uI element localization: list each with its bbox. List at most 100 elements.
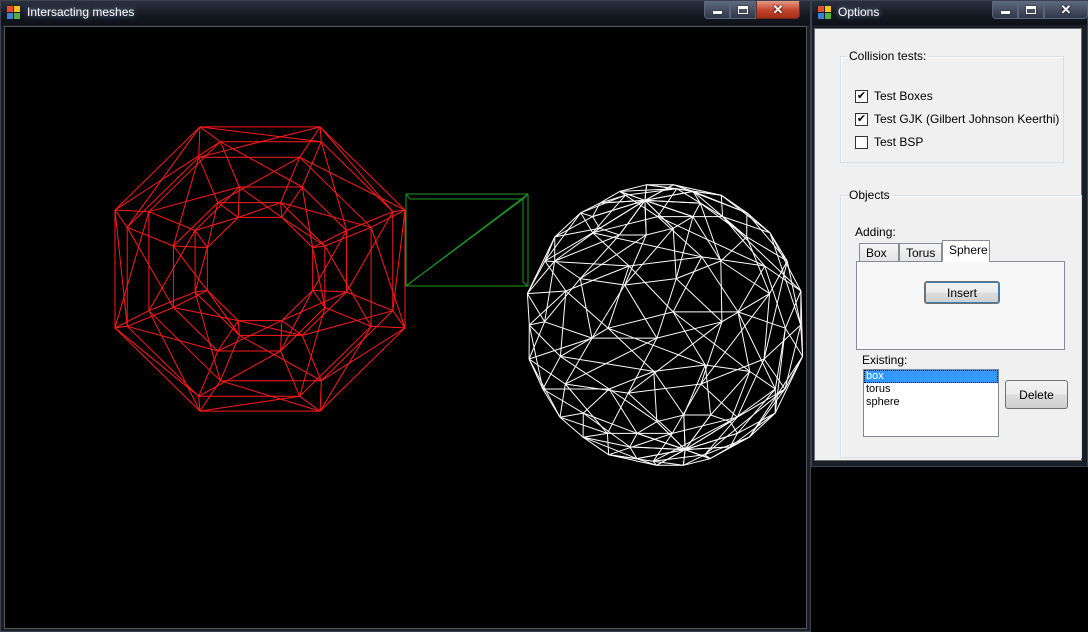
mesh-edge xyxy=(522,281,529,287)
mesh-edge xyxy=(784,290,802,329)
collision-tests-legend: Collision tests: xyxy=(847,49,929,63)
delete-button[interactable]: Delete xyxy=(1005,380,1068,409)
mesh-edge xyxy=(580,278,625,286)
objects-legend: Objects xyxy=(847,188,892,202)
mesh-edge xyxy=(684,414,712,450)
checkbox-box[interactable] xyxy=(855,135,868,149)
mesh-edge xyxy=(281,216,326,247)
mesh-edge xyxy=(629,256,702,267)
test-boxes-label: Test Boxes xyxy=(874,89,933,103)
mesh-edge xyxy=(606,392,629,434)
options-close-button[interactable]: ✕ xyxy=(1044,1,1088,19)
mesh-edge xyxy=(281,291,347,322)
mesh-edge xyxy=(607,311,674,329)
mesh-edge xyxy=(656,278,677,339)
main-titlebar[interactable]: Intersacting meshes ✕ xyxy=(1,1,810,25)
mesh-edge xyxy=(217,202,239,218)
existing-objects-list[interactable]: box torus sphere xyxy=(863,369,999,437)
checkbox-box[interactable]: ✔ xyxy=(855,89,868,103)
options-titlebar[interactable]: Options ✕ xyxy=(812,1,1088,25)
mesh-edge xyxy=(559,416,584,438)
mesh-edge xyxy=(528,324,561,357)
test-gjk-label: Test GJK (Gilbert Johnson Keerthi) xyxy=(874,112,1060,126)
mesh-edge xyxy=(692,202,701,217)
torus-mesh xyxy=(114,126,406,412)
mesh-edge xyxy=(746,236,771,294)
maximize-icon xyxy=(1026,5,1036,14)
mesh-edge xyxy=(280,320,283,352)
list-item[interactable]: sphere xyxy=(864,396,998,409)
mesh-edge xyxy=(126,325,200,397)
main-window: Intersacting meshes ✕ xyxy=(0,0,811,632)
mesh-edge xyxy=(684,421,731,451)
mesh-edge xyxy=(657,216,703,258)
mesh-edge xyxy=(127,325,218,352)
mesh-edge xyxy=(671,383,702,434)
mesh-edge xyxy=(653,371,658,422)
mesh-edge xyxy=(737,311,776,390)
options-app-icon xyxy=(818,6,832,20)
mesh-edge xyxy=(710,414,731,423)
mesh-edge xyxy=(720,260,723,322)
mesh-edge xyxy=(199,126,322,143)
list-item[interactable]: torus xyxy=(864,383,998,396)
minimize-button[interactable] xyxy=(704,1,730,19)
mesh-edge xyxy=(114,210,128,327)
maximize-button[interactable] xyxy=(730,1,756,19)
mesh-edge xyxy=(720,195,724,217)
tab-box-label: Box xyxy=(866,246,887,260)
sphere-mesh xyxy=(526,184,804,466)
checkbox-box[interactable]: ✔ xyxy=(855,112,868,126)
insert-button[interactable]: Insert xyxy=(924,281,1000,304)
test-bsp-checkbox[interactable]: Test BSP xyxy=(855,134,923,150)
mesh-edge xyxy=(280,202,372,228)
mesh-edge xyxy=(737,388,786,418)
minimize-icon xyxy=(712,11,722,14)
mesh-edge xyxy=(746,236,788,262)
close-button[interactable]: ✕ xyxy=(756,1,800,19)
box-mesh xyxy=(405,193,529,287)
options-caption-buttons: ✕ xyxy=(992,1,1088,19)
insert-button-label: Insert xyxy=(946,285,977,300)
mesh-edge xyxy=(644,200,674,229)
mesh-edge xyxy=(346,211,394,293)
mesh-edge xyxy=(769,232,802,292)
mesh-edge xyxy=(607,327,706,366)
render-viewport[interactable] xyxy=(4,26,807,629)
mesh-edge xyxy=(624,284,658,339)
mesh-edge xyxy=(206,290,239,321)
mesh-edge xyxy=(312,289,347,293)
mesh-edge xyxy=(542,356,561,390)
options-maximize-button[interactable] xyxy=(1018,1,1044,19)
mesh-edge xyxy=(319,126,406,211)
tab-torus[interactable]: Torus xyxy=(899,243,942,262)
main-window-title: Intersacting meshes xyxy=(27,5,135,19)
test-boxes-checkbox[interactable]: ✔ Test Boxes xyxy=(855,88,933,104)
adding-label: Adding: xyxy=(855,225,896,239)
mesh-edge xyxy=(370,227,406,329)
options-window-title: Options xyxy=(838,5,880,19)
mesh-edge xyxy=(405,198,524,287)
mesh-edge xyxy=(583,412,638,434)
list-item[interactable]: box xyxy=(864,370,998,383)
mesh-edge xyxy=(299,395,321,412)
tab-sphere[interactable]: Sphere xyxy=(942,240,990,262)
main-caption-buttons: ✕ xyxy=(704,1,800,19)
options-minimize-button[interactable] xyxy=(992,1,1018,19)
mesh-edge xyxy=(646,227,674,236)
mesh-edge xyxy=(583,432,608,438)
mesh-edge xyxy=(526,293,530,326)
tab-box[interactable]: Box xyxy=(859,243,899,262)
mesh-edge xyxy=(544,212,582,262)
test-gjk-checkbox[interactable]: ✔ Test GJK (Gilbert Johnson Keerthi) xyxy=(855,111,1059,127)
mesh-edge xyxy=(126,156,200,228)
close-icon: ✕ xyxy=(772,2,784,17)
mesh-edge xyxy=(114,141,221,211)
mesh-edge xyxy=(206,202,219,248)
mesh-edge xyxy=(301,335,322,381)
mesh-edge xyxy=(392,310,406,329)
mesh-edge xyxy=(592,194,626,234)
mesh-edge xyxy=(720,194,771,234)
mesh-edge xyxy=(763,358,786,390)
mesh-edge xyxy=(636,421,658,434)
